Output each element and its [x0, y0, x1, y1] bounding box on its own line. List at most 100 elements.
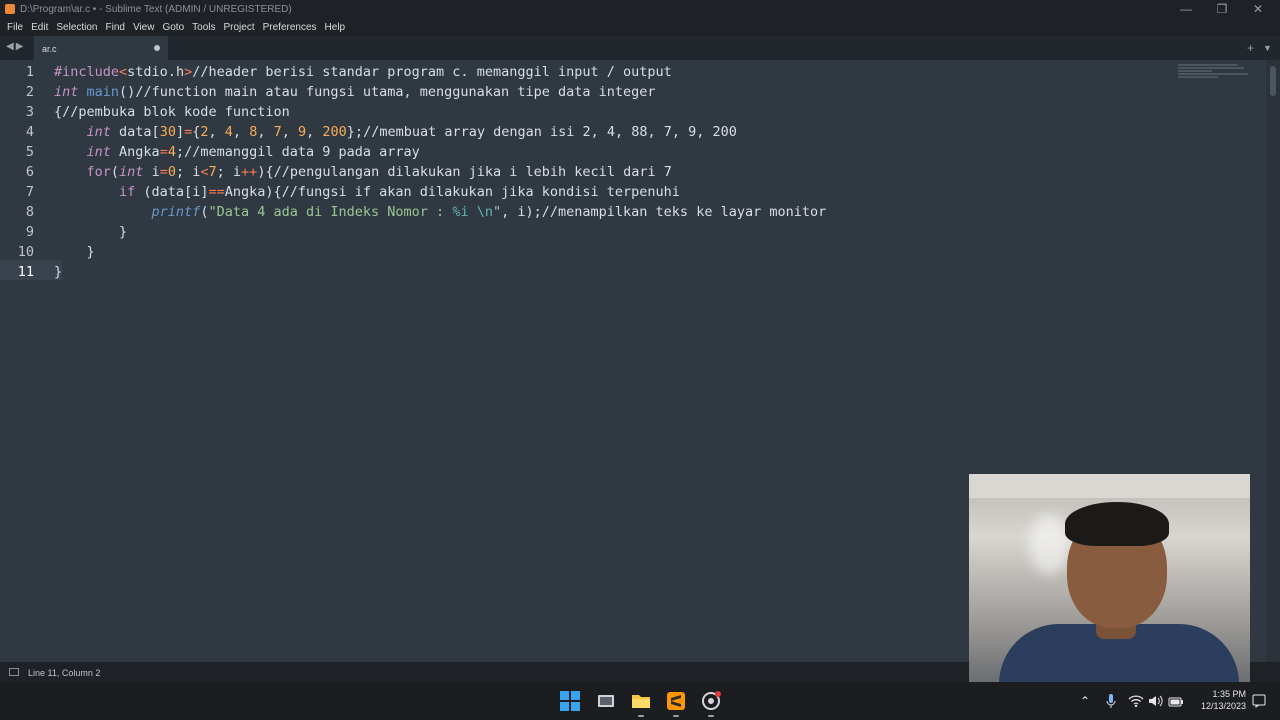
tray-chevron-icon[interactable]: ⌃ — [1080, 694, 1090, 708]
code-token: int — [54, 84, 79, 100]
line-number: 3 — [25, 104, 34, 120]
code-line[interactable]: int main()//function main atau fungsi ut… — [54, 80, 826, 100]
code-token: } — [54, 264, 63, 280]
code-token: 4 — [167, 144, 176, 160]
code-token: "Data 4 ada di Indeks Nomor : — [208, 204, 453, 220]
window-title: D:\Program\ar.c • - Sublime Text (ADMIN … — [20, 4, 292, 15]
code-token: 9 — [298, 124, 307, 140]
code-token: < — [119, 64, 128, 80]
explorer-running-indicator — [638, 715, 644, 717]
close-button[interactable]: ✕ — [1240, 1, 1276, 17]
code-line[interactable]: for(int i=0; i<7; i++){//pengulangan dil… — [54, 160, 826, 180]
code-token: ; — [175, 144, 185, 160]
tab-ar-c[interactable]: ar.c — [34, 36, 168, 60]
tab-nav-arrows-icon[interactable]: ◀▶ — [6, 41, 25, 52]
task-view-icon[interactable] — [596, 691, 616, 711]
start-icon[interactable] — [560, 691, 580, 711]
code-token: //menampilkan teks ke layar monitor — [541, 204, 827, 220]
code-token: < — [200, 164, 209, 180]
menu-help[interactable]: Help — [324, 21, 347, 34]
code-token: (data[i] — [135, 184, 209, 200]
code-line[interactable]: int data[30]={2, 4, 8, 7, 9, 200};//memb… — [54, 120, 826, 140]
code-token: > — [184, 64, 193, 80]
sublime-app-icon — [5, 4, 15, 14]
system-clock[interactable]: 1:35 PM 12/13/2023 — [1201, 688, 1246, 712]
code-token: ] — [175, 124, 185, 140]
battery-icon[interactable] — [1168, 695, 1184, 707]
code-line[interactable]: } — [54, 260, 826, 280]
minimap[interactable] — [1178, 64, 1248, 80]
menu-tools[interactable]: Tools — [191, 21, 216, 34]
code-token: %i — [452, 204, 469, 220]
code-line[interactable]: int Angka=4;//memanggil data 9 pada arra… — [54, 140, 826, 160]
vertical-scrollbar[interactable] — [1266, 60, 1280, 662]
unsaved-dot-icon[interactable] — [154, 45, 160, 51]
microphone-icon[interactable] — [1104, 693, 1118, 709]
code-token: 4 — [224, 124, 233, 140]
panel-toggle-icon[interactable] — [9, 668, 19, 676]
tab-dropdown-icon[interactable]: ▼ — [1263, 43, 1272, 53]
code-line[interactable]: #include<stdio.h>//header berisi standar… — [54, 60, 826, 80]
code-token: //pembuka blok kode function — [62, 104, 290, 120]
code-token: () — [119, 84, 136, 100]
clock-time: 1:35 PM — [1212, 689, 1246, 699]
code-token: //function main atau fungsi utama, mengg… — [135, 84, 656, 100]
code-token: //membuat array dengan isi 2, 4, 88, 7, … — [363, 124, 737, 140]
menu-goto[interactable]: Goto — [161, 21, 185, 34]
menu-file[interactable]: File — [6, 21, 24, 34]
code-token: //fungsi if akan dilakukan jika kondisi … — [281, 184, 680, 200]
code-line[interactable]: printf("Data 4 ada di Indeks Nomor : %i … — [54, 200, 827, 220]
sublime-text-icon[interactable] — [666, 691, 686, 711]
wifi-icon[interactable] — [1128, 694, 1144, 708]
maximize-button[interactable]: ❐ — [1204, 1, 1240, 17]
code-token: \n — [476, 204, 493, 220]
menu-find[interactable]: Find — [105, 21, 126, 34]
menu-selection[interactable]: Selection — [55, 21, 98, 34]
webcam-overlay — [969, 474, 1250, 684]
line-number: 11 — [17, 264, 34, 280]
code-token: printf — [151, 204, 201, 220]
code-token: , — [232, 124, 250, 140]
code-token: for — [86, 164, 111, 180]
menu-preferences[interactable]: Preferences — [262, 21, 318, 34]
code-line[interactable]: } — [54, 220, 826, 240]
code-token: } — [54, 244, 95, 260]
line-number: 2 — [25, 84, 34, 100]
menu-view[interactable]: View — [132, 21, 156, 34]
tab-label: ar.c — [42, 44, 57, 54]
windows-taskbar: ⌃ 1:35 PM 12/13/2023 — [0, 682, 1280, 720]
sublime-running-indicator — [673, 715, 679, 717]
menu-project[interactable]: Project — [223, 21, 256, 34]
code-line[interactable]: {//pembuka blok kode function — [54, 100, 826, 120]
menu-edit[interactable]: Edit — [30, 21, 49, 34]
new-tab-icon[interactable]: + — [1247, 41, 1254, 55]
chrome-running-indicator — [708, 715, 714, 717]
scrollbar-thumb[interactable] — [1270, 66, 1276, 96]
minimize-button[interactable]: — — [1168, 1, 1204, 17]
line-number: 7 — [25, 184, 34, 200]
webcam-ceiling — [969, 474, 1250, 498]
code-token: int — [86, 144, 111, 160]
file-explorer-icon[interactable] — [631, 691, 651, 711]
code-line[interactable]: if (data[i]==Angka){//fungsi if akan dil… — [54, 180, 826, 200]
code-token: ; i — [175, 164, 201, 180]
chrome-icon[interactable] — [701, 691, 721, 711]
code-token: = — [184, 124, 193, 140]
code-token: " — [492, 204, 502, 220]
volume-icon[interactable] — [1148, 694, 1164, 708]
notification-icon[interactable] — [1252, 694, 1266, 708]
code-token: 200 — [322, 124, 347, 140]
code-content[interactable]: #include<stdio.h>//header berisi standar… — [54, 60, 826, 280]
line-number: 9 — [25, 224, 34, 240]
code-token: , i); — [501, 204, 542, 220]
code-line[interactable]: } — [54, 240, 826, 260]
code-token: ){ — [257, 164, 274, 180]
line-number: 8 — [25, 204, 34, 220]
code-token: 30 — [159, 124, 176, 140]
code-token: main — [86, 84, 120, 100]
